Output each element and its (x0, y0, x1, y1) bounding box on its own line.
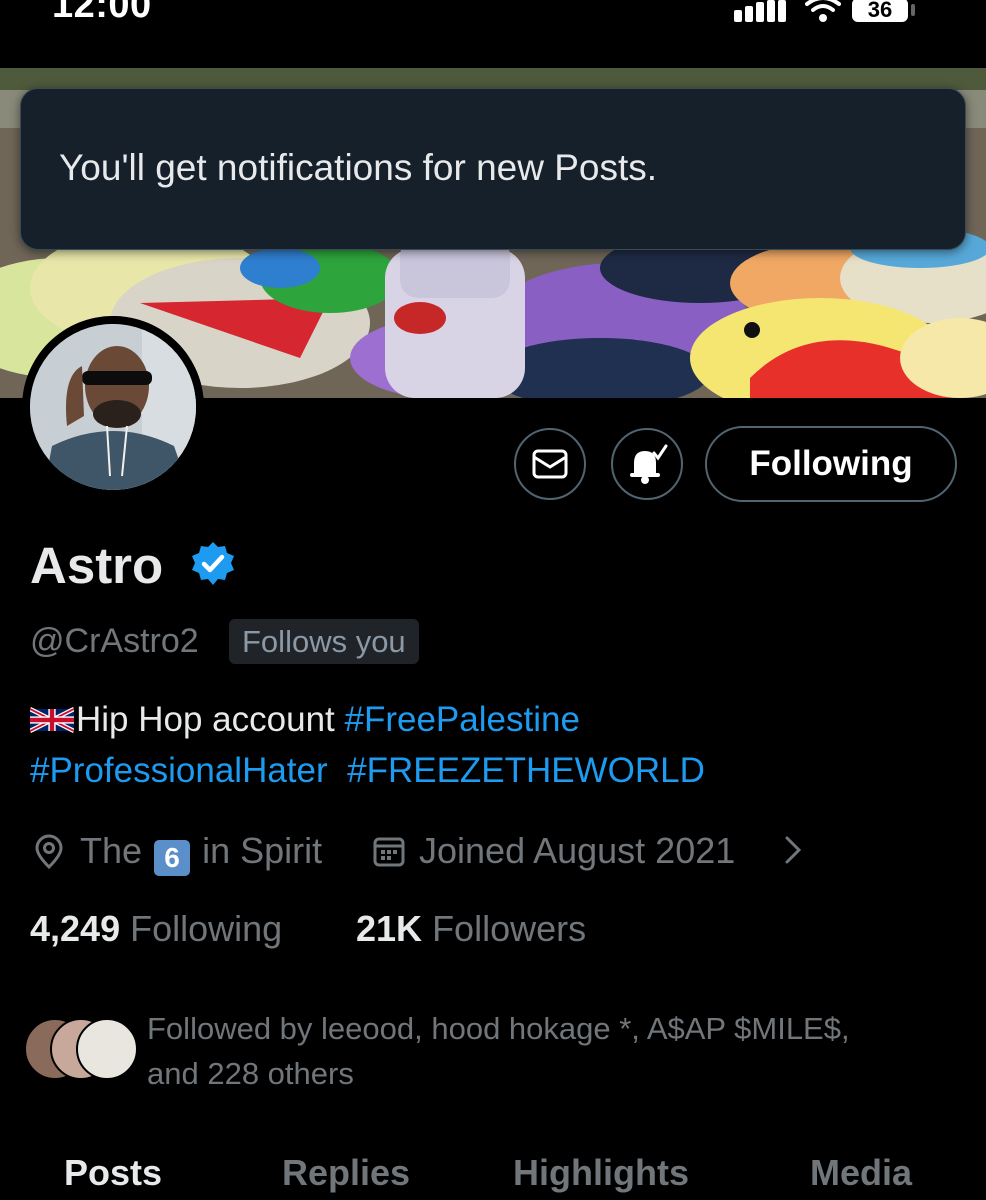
notification-toast: You'll get notifications for new Posts. (20, 88, 966, 250)
tab-media[interactable]: Media (810, 1152, 912, 1194)
keycap-six-emoji: 6 (154, 840, 191, 876)
follows-you-badge: Follows you (229, 619, 419, 664)
following-label: Following (130, 908, 283, 949)
followed-by-line-2: and 228 others (147, 1056, 354, 1091)
uk-flag-icon (29, 704, 75, 744)
hashtag-link[interactable]: #FREEZETHEWORLD (347, 751, 705, 790)
display-name: Astro (30, 537, 164, 594)
profile-avatar[interactable] (22, 316, 204, 498)
tab-replies[interactable]: Replies (282, 1152, 410, 1194)
envelope-icon (532, 449, 568, 479)
followers-count: 21K (356, 908, 423, 949)
follower-avatar (76, 1018, 138, 1080)
tab-posts[interactable]: Posts (64, 1152, 162, 1194)
bio-text: Hip Hop account (76, 700, 335, 739)
avatar-image (22, 316, 204, 498)
status-time: 12:00 (52, 0, 152, 26)
following-count: 4,249 (30, 908, 121, 949)
hashtag-link[interactable]: #FreePalestine (345, 700, 580, 739)
joined-date: Joined August 2021 (419, 830, 736, 871)
calendar-icon (373, 837, 405, 867)
signal-icon (734, 0, 786, 22)
tab-highlights[interactable]: Highlights (513, 1152, 689, 1194)
followed-by-avatars[interactable] (24, 1016, 138, 1080)
location: The 6 in Spirit (80, 830, 322, 876)
battery-icon: 36 (852, 0, 908, 22)
following-count-link[interactable]: 4,249 Following (30, 908, 282, 950)
message-button[interactable] (514, 428, 586, 500)
location-suffix: in Spirit (202, 830, 323, 871)
bio-line-2: #ProfessionalHater #FREEZETHEWORLD (30, 751, 705, 791)
toast-message: You'll get notifications for new Posts. (59, 147, 658, 188)
followed-by-line-1: Followed by leeood, hood hokage *, A$AP … (147, 1011, 850, 1046)
battery-tip (911, 4, 915, 16)
wifi-icon (805, 0, 841, 22)
followed-by-text[interactable]: Followed by leeood, hood hokage *, A$AP … (147, 1006, 967, 1096)
chevron-right-icon[interactable] (782, 834, 806, 866)
hashtag-link[interactable]: #ProfessionalHater (30, 751, 328, 790)
notifications-button[interactable] (611, 428, 683, 500)
followers-count-link[interactable]: 21K Followers (356, 908, 586, 950)
following-button[interactable]: Following (705, 426, 957, 502)
status-bar: 12:00 36 (0, 0, 986, 68)
followers-label: Followers (432, 908, 587, 949)
verified-badge-icon (192, 542, 234, 585)
bio-line-1: Hip Hop account #FreePalestine (29, 700, 580, 744)
location-pin-icon (35, 834, 63, 870)
location-prefix: The (80, 830, 143, 871)
battery-level: 36 (867, 0, 893, 22)
bell-check-icon (630, 444, 668, 484)
user-handle: @CrAstro2 (30, 622, 199, 660)
